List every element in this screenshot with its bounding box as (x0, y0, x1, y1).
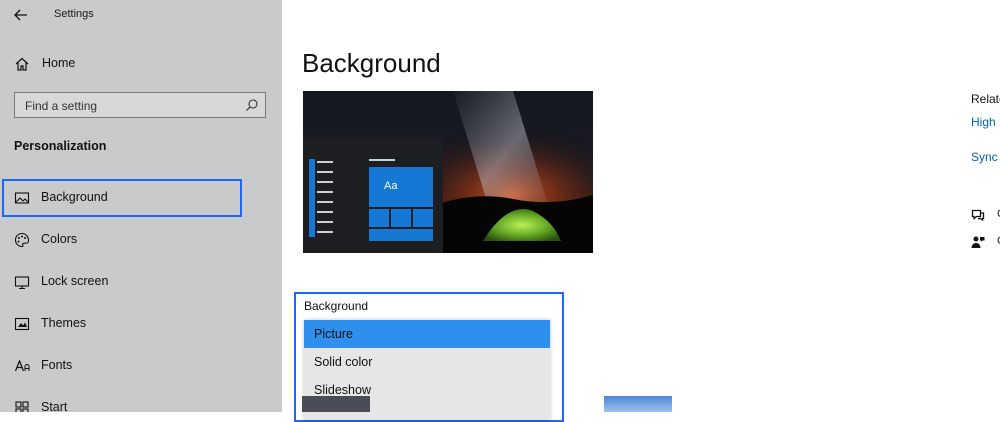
sidebar-item-label: Background (41, 190, 108, 204)
sidebar-item-themes[interactable]: Themes (0, 305, 282, 343)
start-menu-mock: Aa (303, 137, 443, 253)
search-placeholder: Find a setting (25, 99, 98, 113)
sidebar-item-label: Themes (41, 316, 87, 330)
lock-screen-icon (14, 276, 30, 290)
title-bar: Settings (0, 0, 282, 30)
fonts-icon (14, 359, 30, 372)
home-icon (15, 57, 29, 71)
option-label: Slideshow (314, 383, 371, 397)
tile-small (369, 209, 389, 227)
option-label: Solid color (314, 355, 373, 369)
sidebar-item-home[interactable]: Home (0, 45, 282, 83)
sidebar-item-fonts[interactable]: Fonts (0, 347, 282, 385)
sidebar-item-label: Fonts (41, 358, 73, 372)
sidebar-item-colors[interactable]: Colors (0, 221, 282, 259)
sidebar-item-background[interactable]: Background (0, 179, 282, 217)
dropdown-option-picture[interactable]: Picture (304, 320, 550, 348)
main-content: Background Aa Background Picture Solid c… (282, 0, 1000, 422)
window-title: Settings (54, 8, 94, 20)
chat-help-icon[interactable] (971, 208, 985, 222)
sidebar: Settings Home Find a setting Personaliza… (0, 0, 282, 412)
background-preview: Aa (303, 91, 593, 253)
search-input[interactable]: Find a setting (14, 92, 266, 118)
start-icon (15, 401, 29, 412)
dropdown-option-solid-color[interactable]: Solid color (304, 348, 550, 376)
tile-wide (369, 229, 433, 241)
dropdown-label: Background (304, 299, 369, 313)
page-title: Background (302, 48, 441, 78)
group-header (369, 159, 395, 161)
sidebar-item-lock-screen[interactable]: Lock screen (0, 263, 282, 301)
sidebar-item-label: Lock screen (41, 274, 109, 288)
related-heading: Relate (971, 92, 1000, 106)
tile-small (413, 209, 433, 227)
tile-large: Aa (369, 167, 433, 207)
feedback-icon[interactable] (971, 235, 985, 249)
sidebar-item-label: Home (42, 56, 76, 70)
app-list-bar (309, 159, 315, 237)
themes-icon (14, 317, 30, 331)
tile-small (391, 209, 411, 227)
section-title: Personalization (14, 139, 107, 153)
sidebar-item-label: Colors (41, 232, 78, 246)
sidebar-item-start[interactable]: Start (0, 389, 282, 412)
related-settings: Relate High Sync y G G (971, 92, 1000, 262)
palette-icon (14, 232, 30, 248)
related-link-sync[interactable]: Sync y (971, 150, 1000, 164)
related-link-high-contrast[interactable]: High (971, 115, 996, 129)
tile-label: Aa (384, 180, 398, 192)
search-icon[interactable] (245, 98, 259, 112)
sidebar-item-label: Start (41, 400, 68, 412)
app-list-lines (317, 161, 333, 163)
option-label: Picture (314, 327, 353, 341)
picture-thumbnail[interactable] (302, 396, 370, 412)
back-arrow-icon[interactable] (12, 6, 30, 24)
picture-thumbnail[interactable] (604, 396, 672, 412)
image-icon (14, 192, 30, 204)
